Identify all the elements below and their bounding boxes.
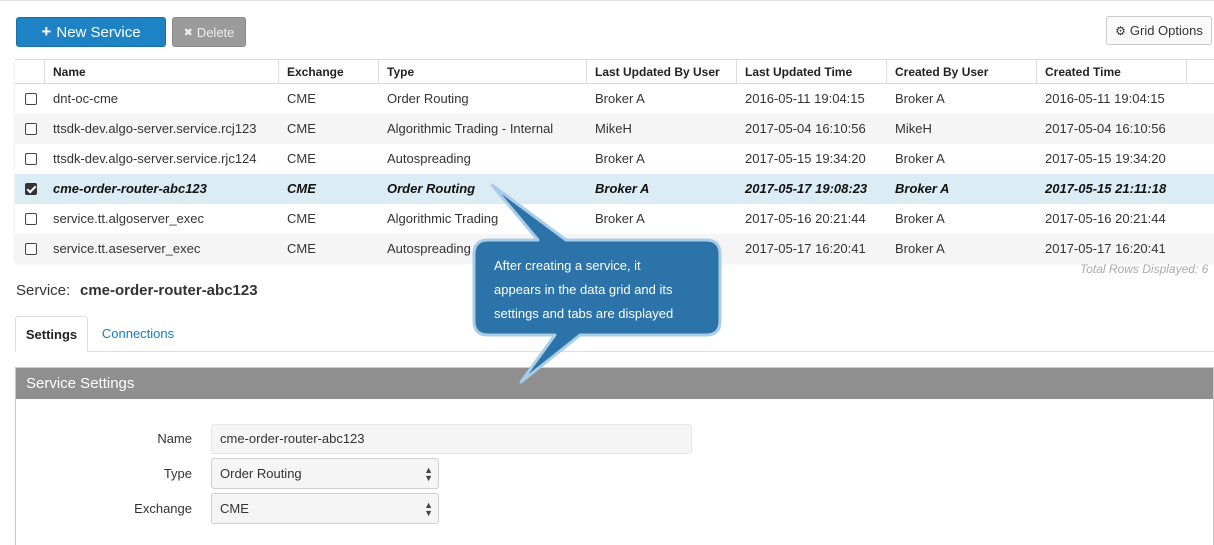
column-header-name[interactable]: Name xyxy=(44,60,278,84)
delete-button[interactable]: ✖ Delete xyxy=(172,17,246,47)
tab-connections[interactable]: Connections xyxy=(92,316,184,351)
cell-type: Order Routing xyxy=(387,91,469,106)
type-select[interactable]: Order Routing ▲ ▼ xyxy=(211,458,439,489)
cell-created-by-user: Broker A xyxy=(895,91,945,106)
table-row[interactable]: ttsdk-dev.algo-server.service.rjc124 CME A… xyxy=(15,144,1214,174)
callout-line-3: settings and tabs are displayed xyxy=(494,306,674,321)
panel-title: Service Settings xyxy=(16,368,1213,399)
cell-name: ttsdk-dev.algo-server.service.rcj123 xyxy=(53,121,257,136)
row-checkbox[interactable] xyxy=(25,153,37,165)
name-field-label: Name xyxy=(157,431,192,446)
table-row[interactable]: ttsdk-dev.algo-server.service.rcj123 CME A… xyxy=(15,114,1214,144)
cell-name: cme-order-router-abc123 xyxy=(53,181,207,196)
cell-exchange: CME xyxy=(287,211,316,226)
callout-text: After creating a service, it appears in … xyxy=(494,254,714,326)
cell-exchange: CME xyxy=(287,91,316,106)
cell-created-time: 2017-05-04 16:10:56 xyxy=(1045,121,1166,136)
column-header-created-time[interactable]: Created Time xyxy=(1036,60,1186,84)
select-arrows-icon: ▲ ▼ xyxy=(424,464,433,483)
cell-created-time: 2017-05-16 20:21:44 xyxy=(1045,211,1166,226)
grid-options-button[interactable]: ⚙ Grid Options xyxy=(1106,16,1212,45)
cell-created-time: 2017-05-15 19:34:20 xyxy=(1045,151,1166,166)
total-rows-displayed: Total Rows Displayed: 6 xyxy=(1080,262,1209,276)
tab-settings[interactable]: Settings xyxy=(15,316,88,352)
row-checkbox[interactable] xyxy=(25,93,37,105)
table-row[interactable]: cme-order-router-abc123 CME Order Routing B… xyxy=(15,174,1214,204)
cell-exchange: CME xyxy=(287,151,316,166)
column-header-spacer xyxy=(1186,60,1214,84)
column-header-last-updated-time[interactable]: Last Updated Time xyxy=(736,60,886,84)
row-checkbox[interactable] xyxy=(25,243,37,255)
row-checkbox[interactable] xyxy=(25,213,37,225)
service-name: cme-order-router-abc123 xyxy=(80,282,258,299)
cell-last-updated-time: 2016-05-11 19:04:15 xyxy=(745,91,865,106)
table-row[interactable]: service.tt.algoserver_exec CME Algorithmic… xyxy=(15,204,1214,234)
name-field[interactable]: cme-order-router-abc123 xyxy=(211,424,692,454)
cell-last-updated-time: 2017-05-15 19:34:20 xyxy=(745,151,866,166)
row-checkbox[interactable] xyxy=(25,123,37,135)
cell-exchange: CME xyxy=(287,241,316,256)
callout-line-1: After creating a service, it xyxy=(494,258,641,273)
cell-last-updated-by-user: Broker A xyxy=(595,151,645,166)
cell-exchange: CME xyxy=(287,181,316,196)
type-select-value: Order Routing xyxy=(220,466,302,481)
service-settings-panel: Service Settings xyxy=(15,367,1214,545)
cell-last-updated-time: 2017-05-17 19:08:23 xyxy=(745,181,868,196)
cell-exchange: CME xyxy=(287,121,316,136)
select-arrows-icon: ▲ ▼ xyxy=(424,499,433,518)
column-header-created-by-user[interactable]: Created By User xyxy=(886,60,1036,84)
cell-name: ttsdk-dev.algo-server.service.rjc124 xyxy=(53,151,257,166)
cell-created-by-user: Broker A xyxy=(895,241,945,256)
service-label: Service: xyxy=(16,282,71,299)
cell-created-time: 2016-05-11 19:04:15 xyxy=(1045,91,1165,106)
cell-type: Order Routing xyxy=(387,181,476,196)
cell-type: Autospreading xyxy=(387,241,471,256)
cell-created-by-user: Broker A xyxy=(895,181,950,196)
cell-last-updated-time: 2017-05-17 16:20:41 xyxy=(745,241,866,256)
column-header-type[interactable]: Type xyxy=(378,60,586,84)
cell-type: Autospreading xyxy=(387,151,471,166)
delete-label: Delete xyxy=(196,24,235,40)
cell-created-by-user: Broker A xyxy=(895,151,945,166)
cell-last-updated-time: 2017-05-16 20:21:44 xyxy=(745,211,866,226)
cell-last-updated-by-user: Broker A xyxy=(595,91,645,106)
exchange-select-value: CME xyxy=(220,501,249,516)
grid-options-label: Grid Options xyxy=(1129,23,1203,38)
cell-name: service.tt.aseserver_exec xyxy=(53,241,201,256)
close-icon: ✖ xyxy=(183,26,193,39)
callout-line-2: appears in the data grid and its xyxy=(494,282,673,297)
cell-last-updated-time: 2017-05-04 16:10:56 xyxy=(745,121,866,136)
column-header-exchange[interactable]: Exchange xyxy=(278,60,378,84)
cell-last-updated-by-user: MikeH xyxy=(595,121,632,136)
cell-last-updated-by-user: Broker A xyxy=(595,181,650,196)
new-service-button[interactable]: + New Service xyxy=(16,17,166,47)
cell-type: Algorithmic Trading - Internal xyxy=(387,121,554,136)
table-row[interactable]: dnt-oc-cme CME Order Routing Broker A 2016-0… xyxy=(15,84,1214,114)
grid-header: Name Exchange Type Last Updated By User … xyxy=(15,60,1214,84)
exchange-select[interactable]: CME ▲ ▼ xyxy=(211,493,439,524)
exchange-field-label: Exchange xyxy=(134,501,192,516)
tabs-divider xyxy=(15,351,1214,352)
column-header-last-updated-by-user[interactable]: Last Updated By User xyxy=(586,60,736,84)
cell-last-updated-by-user: Broker A xyxy=(595,211,645,226)
services-grid: Name Exchange Type Last Updated By User … xyxy=(15,59,1214,264)
cell-name: dnt-oc-cme xyxy=(53,91,119,106)
top-divider xyxy=(0,0,1214,1)
cell-type: Algorithmic Trading xyxy=(387,211,499,226)
gear-icon: ⚙ xyxy=(1115,23,1126,38)
row-checkbox[interactable] xyxy=(25,183,37,195)
cell-name: service.tt.algoserver_exec xyxy=(53,211,205,226)
cell-created-time: 2017-05-15 21:11:18 xyxy=(1045,181,1167,196)
plus-icon: + xyxy=(41,22,52,41)
cell-created-time: 2017-05-17 16:20:41 xyxy=(1045,241,1166,256)
cell-created-by-user: Broker A xyxy=(895,211,945,226)
type-field-label: Type xyxy=(163,466,192,481)
new-service-label: New Service xyxy=(56,23,141,41)
cell-created-by-user: MikeH xyxy=(895,121,932,136)
